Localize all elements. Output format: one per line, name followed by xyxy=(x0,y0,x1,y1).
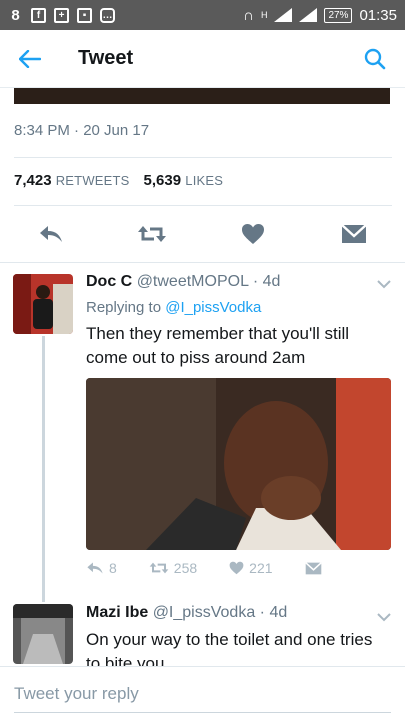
retweet-icon xyxy=(149,562,169,574)
likes-count: 5,639 xyxy=(143,172,182,189)
back-arrow-icon xyxy=(19,49,41,68)
like-count: 221 xyxy=(249,560,273,576)
avatar[interactable] xyxy=(13,274,73,334)
author-name[interactable]: Mazi Ibe xyxy=(86,604,148,621)
divider xyxy=(14,157,392,158)
reply-icon xyxy=(39,226,62,242)
image-icon: ▪ xyxy=(77,7,92,23)
reply-text: Then they remember that you'll still com… xyxy=(86,324,350,367)
retweet-button[interactable] xyxy=(132,214,172,254)
chat-icon: … xyxy=(100,7,115,23)
retweet-count: 258 xyxy=(173,560,198,576)
network-type-label: H xyxy=(260,10,268,20)
signal-icon xyxy=(274,8,293,22)
chevron-down-icon[interactable] xyxy=(377,276,391,292)
back-button[interactable] xyxy=(0,30,60,88)
retweets-stat[interactable]: 7,423 RETWEETS xyxy=(14,172,130,189)
reply-reply-button[interactable]: 8 xyxy=(86,560,117,576)
reply-input-placeholder[interactable]: Tweet your reply xyxy=(14,684,139,704)
heart-icon xyxy=(229,561,244,575)
direct-message-button[interactable] xyxy=(334,214,374,254)
signal-icon-2 xyxy=(299,8,318,22)
avatar-image xyxy=(13,274,73,334)
input-underline xyxy=(14,712,391,713)
search-icon xyxy=(364,48,386,69)
likes-label: LIKES xyxy=(185,173,224,188)
author-name[interactable]: Doc C xyxy=(86,273,132,290)
status-time: 01:35 xyxy=(359,6,397,24)
app-bar: Tweet xyxy=(0,30,405,88)
battery-indicator: 27% xyxy=(324,7,353,23)
reply-dm-button[interactable] xyxy=(304,561,322,575)
search-button[interactable] xyxy=(345,30,405,88)
envelope-icon xyxy=(341,224,368,243)
heart-icon xyxy=(242,224,265,244)
avatar-image xyxy=(13,604,73,664)
tweet-age: · 4d xyxy=(259,604,288,621)
chevron-down-icon[interactable] xyxy=(377,609,391,625)
retweets-count: 7,423 xyxy=(14,172,52,189)
reply-icon xyxy=(87,562,103,574)
retweets-label: RETWEETS xyxy=(55,173,130,188)
tweet-actions xyxy=(0,212,405,256)
tweet-stats: 7,423 RETWEETS 5,639 LIKES xyxy=(14,172,223,189)
page-title: Tweet xyxy=(78,47,134,69)
divider xyxy=(0,262,405,263)
tweet-age: · 4d xyxy=(252,273,281,290)
divider xyxy=(14,205,392,206)
reply-like-button[interactable]: 221 xyxy=(229,560,273,576)
status-bar: 8 f + ▪ … ∩ H 27% 01:35 xyxy=(0,0,405,30)
tweet-media-bottom[interactable] xyxy=(14,88,390,104)
author-handle[interactable]: @tweetMOPOL xyxy=(137,273,249,290)
thread-line xyxy=(42,336,45,602)
notification-icon-8: 8 xyxy=(11,6,20,24)
like-button[interactable] xyxy=(233,214,273,254)
tweet-timestamp: 8:34 PM · 20 Jun 17 xyxy=(14,122,150,139)
replying-to: Replying to @I_pissVodka xyxy=(86,299,261,316)
reply-header: Doc C @tweetMOPOL · 4d xyxy=(86,273,280,291)
meme-image xyxy=(86,378,391,550)
reply-retweet-button[interactable]: 258 xyxy=(149,560,197,576)
headphones-icon: ∩ xyxy=(243,6,254,24)
likes-stat[interactable]: 5,639 LIKES xyxy=(144,172,224,189)
reply-button[interactable] xyxy=(31,214,71,254)
envelope-icon xyxy=(304,561,322,574)
reply-actions: 8 258 221 xyxy=(86,560,376,576)
retweet-icon xyxy=(137,226,166,242)
author-handle[interactable]: @I_pissVodka xyxy=(153,604,256,621)
facebook-icon: f xyxy=(31,7,46,23)
reply-header: Mazi Ibe @I_pissVodka · 4d xyxy=(86,604,287,622)
reply-text: On your way to the toilet and one tries … xyxy=(86,630,373,666)
replying-prefix: Replying to xyxy=(86,299,162,316)
reply-count: 8 xyxy=(109,560,117,576)
reply-media-image[interactable] xyxy=(86,378,391,550)
replying-handle[interactable]: @I_pissVodka xyxy=(165,299,261,316)
plus-icon: + xyxy=(54,7,69,23)
reply-composer[interactable]: Tweet your reply xyxy=(0,666,405,720)
avatar[interactable] xyxy=(13,604,73,664)
